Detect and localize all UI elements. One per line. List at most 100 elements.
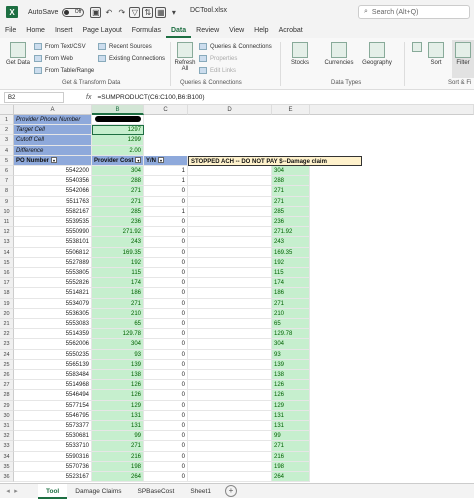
provider-cost-cell[interactable]: 288 bbox=[92, 176, 144, 187]
provider-cost-cell[interactable]: 210 bbox=[92, 308, 144, 319]
prev-sheet-icon[interactable]: ◂ bbox=[4, 487, 12, 495]
column-e-cell[interactable]: 131 bbox=[272, 410, 310, 421]
po-number-cell[interactable]: 5514821 bbox=[14, 288, 92, 299]
po-number-cell[interactable]: 5539535 bbox=[14, 217, 92, 228]
yn-cell[interactable]: 0 bbox=[144, 339, 188, 350]
row-header[interactable]: 21 bbox=[0, 319, 14, 330]
row-header[interactable]: 34 bbox=[0, 451, 14, 462]
column-e-cell[interactable]: 271.92 bbox=[272, 227, 310, 238]
column-e-cell[interactable]: 271 bbox=[272, 298, 310, 309]
po-number-cell[interactable]: 5534079 bbox=[14, 298, 92, 309]
po-number-cell[interactable]: 5550235 bbox=[14, 349, 92, 360]
empty-cell[interactable] bbox=[188, 257, 272, 268]
yn-cell[interactable]: 0 bbox=[144, 288, 188, 299]
provider-cost-cell[interactable]: 138 bbox=[92, 370, 144, 381]
column-header-a[interactable]: A bbox=[14, 105, 92, 115]
tab-review[interactable]: Review bbox=[191, 24, 224, 38]
search-input[interactable]: ⌕ Search (Alt+Q) bbox=[358, 5, 470, 19]
yn-cell[interactable]: 0 bbox=[144, 400, 188, 411]
yn-cell[interactable]: 0 bbox=[144, 451, 188, 462]
filter-icon[interactable]: ▽ bbox=[129, 6, 141, 18]
provider-cost-cell[interactable]: 131 bbox=[92, 421, 144, 432]
column-e-cell[interactable]: 138 bbox=[272, 370, 310, 381]
po-number-cell[interactable]: 5533710 bbox=[14, 441, 92, 452]
empty-cell[interactable] bbox=[188, 472, 272, 483]
sort-az-button[interactable] bbox=[408, 42, 426, 54]
yn-cell[interactable]: 0 bbox=[144, 319, 188, 330]
spreadsheet-grid[interactable]: A B C D E 1 2 3 4 5 6 7 8 9 10 11 12 13 14 15 16 17 18 19 20 21 22… bbox=[0, 105, 474, 483]
stopped-ach-notice[interactable]: STOPPED ACH -- DO NOT PAY $--Damage clai… bbox=[188, 155, 362, 166]
next-sheet-icon[interactable]: ▸ bbox=[12, 487, 20, 495]
fx-icon[interactable]: fx bbox=[86, 94, 91, 101]
empty-cell[interactable] bbox=[188, 176, 272, 187]
column-e-cell[interactable]: 129.78 bbox=[272, 329, 310, 340]
info-value-cell[interactable]: 1297 bbox=[92, 125, 144, 136]
row-header[interactable]: 19 bbox=[0, 298, 14, 309]
po-number-cell[interactable]: 5553083 bbox=[14, 319, 92, 330]
column-e-cell[interactable]: 271 bbox=[272, 186, 310, 197]
tab-formulas[interactable]: Formulas bbox=[127, 24, 166, 38]
row-header[interactable]: 32 bbox=[0, 431, 14, 442]
from-text-button[interactable]: From Text/CSV bbox=[34, 43, 86, 50]
yn-cell[interactable]: 0 bbox=[144, 217, 188, 228]
empty-cell[interactable] bbox=[188, 451, 272, 462]
add-sheet-icon[interactable]: + bbox=[224, 485, 237, 497]
yn-cell[interactable]: 0 bbox=[144, 278, 188, 289]
po-number-cell[interactable]: 5506812 bbox=[14, 247, 92, 258]
column-e-cell[interactable]: 285 bbox=[272, 206, 310, 217]
po-number-cell[interactable]: 5542200 bbox=[14, 166, 92, 177]
po-number-cell[interactable]: 5570736 bbox=[14, 461, 92, 472]
column-e-cell[interactable]: 129 bbox=[272, 400, 310, 411]
info-label-cell[interactable]: Provider Phone Number bbox=[14, 115, 92, 126]
po-number-cell[interactable]: 5583484 bbox=[14, 370, 92, 381]
empty-cell[interactable] bbox=[188, 339, 272, 350]
column-e-cell[interactable]: 264 bbox=[272, 472, 310, 483]
info-label-cell[interactable]: Difference bbox=[14, 145, 92, 156]
currencies-button[interactable]: Currencies bbox=[322, 42, 356, 66]
geography-button[interactable]: Geography bbox=[360, 42, 394, 66]
row-header[interactable]: 26 bbox=[0, 370, 14, 381]
po-number-cell[interactable]: 5553805 bbox=[14, 268, 92, 279]
yn-cell[interactable]: 0 bbox=[144, 268, 188, 279]
column-e-cell[interactable]: 126 bbox=[272, 380, 310, 391]
row-header[interactable]: 17 bbox=[0, 278, 14, 289]
column-e-cell[interactable]: 174 bbox=[272, 278, 310, 289]
po-number-cell[interactable]: 5565139 bbox=[14, 359, 92, 370]
provider-cost-cell[interactable]: 129.78 bbox=[92, 329, 144, 340]
yn-cell[interactable]: 0 bbox=[144, 237, 188, 248]
info-value-cell[interactable]: 2.00 bbox=[92, 145, 144, 156]
yn-cell[interactable]: 0 bbox=[144, 370, 188, 381]
provider-cost-cell[interactable]: 139 bbox=[92, 359, 144, 370]
filter-dropdown-icon[interactable]: ▾ bbox=[158, 157, 165, 164]
column-e-cell[interactable]: 198 bbox=[272, 461, 310, 472]
empty-cell[interactable] bbox=[188, 461, 272, 472]
row-header[interactable]: 5 bbox=[0, 155, 14, 166]
yn-cell[interactable]: 0 bbox=[144, 247, 188, 258]
empty-cell[interactable] bbox=[188, 308, 272, 319]
row-header[interactable]: 25 bbox=[0, 359, 14, 370]
yn-cell[interactable]: 0 bbox=[144, 186, 188, 197]
column-e-cell[interactable]: 169.35 bbox=[272, 247, 310, 258]
empty-cell[interactable] bbox=[188, 410, 272, 421]
empty-cell[interactable] bbox=[188, 186, 272, 197]
row-header[interactable]: 1 bbox=[0, 115, 14, 126]
from-table-button[interactable]: From Table/Range bbox=[34, 67, 94, 74]
empty-cell[interactable] bbox=[188, 359, 272, 370]
tab-data[interactable]: Data bbox=[165, 24, 192, 38]
info-label-cell[interactable]: Target Cell bbox=[14, 125, 92, 136]
empty-cell[interactable] bbox=[188, 421, 272, 432]
provider-cost-cell[interactable]: 243 bbox=[92, 237, 144, 248]
po-number-cell[interactable]: 5536305 bbox=[14, 308, 92, 319]
po-number-cell[interactable]: 5542066 bbox=[14, 186, 92, 197]
row-header[interactable]: 7 bbox=[0, 176, 14, 187]
provider-cost-cell[interactable]: 93 bbox=[92, 349, 144, 360]
column-header-d[interactable]: D bbox=[188, 105, 272, 115]
po-number-cell[interactable]: 5582167 bbox=[14, 206, 92, 217]
column-e-cell[interactable]: 288 bbox=[272, 176, 310, 187]
po-number-cell[interactable]: 5550990 bbox=[14, 227, 92, 238]
empty-cell[interactable] bbox=[188, 206, 272, 217]
po-number-cell[interactable]: 5562006 bbox=[14, 339, 92, 350]
po-number-cell[interactable]: 5514359 bbox=[14, 329, 92, 340]
po-number-cell[interactable]: 5530681 bbox=[14, 431, 92, 442]
yn-cell[interactable]: 0 bbox=[144, 461, 188, 472]
